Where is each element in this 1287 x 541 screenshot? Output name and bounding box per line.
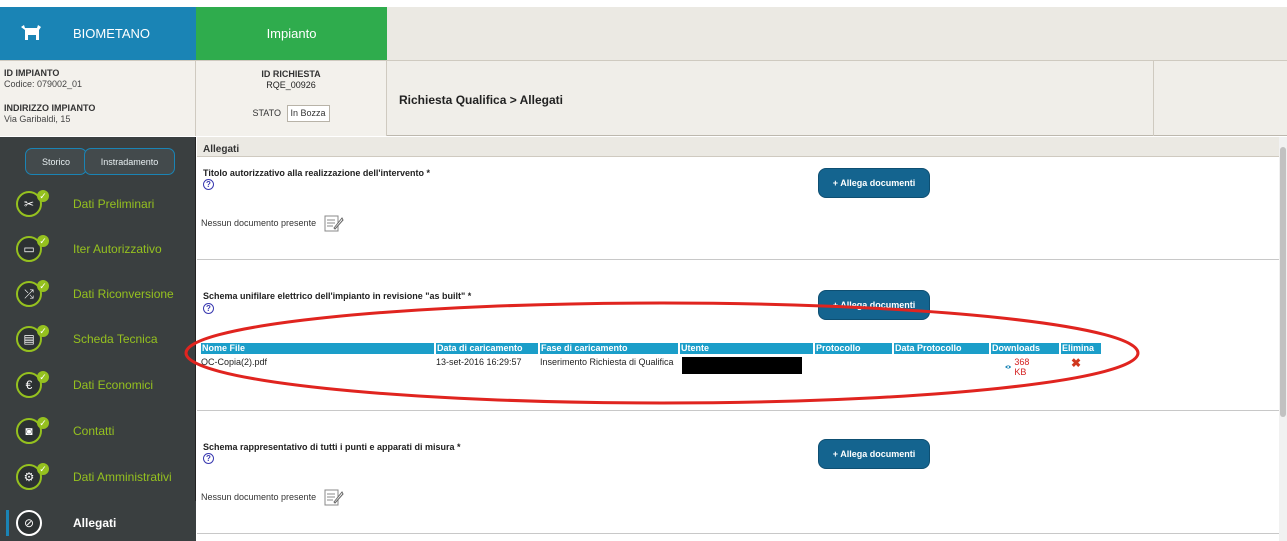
column-header: Utente	[680, 343, 813, 354]
sidebar-item-label: Iter Autorizzativo	[73, 242, 162, 256]
brand-label: BIOMETANO	[73, 26, 151, 41]
delete-icon[interactable]: ✖	[1071, 356, 1081, 370]
impianto-info: ID IMPIANTO Codice: 079002_01 INDIRIZZO …	[0, 61, 196, 136]
edit-note-icon	[324, 489, 344, 506]
section-title: Schema rappresentativo di tutti i punti …	[203, 442, 461, 452]
column-header: Data Protocollo	[894, 343, 989, 354]
check-icon: ✓	[37, 463, 49, 475]
sidebar-item-label: Dati Amministrativi	[73, 470, 172, 484]
indirizzo-label: INDIRIZZO IMPIANTO	[4, 103, 96, 113]
column-header: Downloads	[991, 343, 1059, 354]
empty-documents: Nessun documento presente	[201, 488, 344, 506]
storico-button[interactable]: Storico	[25, 148, 87, 175]
id-impianto-value: Codice: 079002_01	[4, 79, 83, 89]
active-indicator	[6, 510, 9, 536]
empty-documents-text: Nessun documento presente	[201, 218, 317, 228]
app-root: BIOMETANO Impianto ID IMPIANTO Codice: 0…	[0, 0, 1287, 541]
sidebar-item-scheda-tecnica[interactable]: ▤ ✓ Scheda Tecnica	[0, 317, 196, 361]
file-name-cell: OC-Copia(2).pdf	[201, 357, 268, 367]
check-icon: ✓	[37, 417, 49, 429]
check-icon: ✓	[37, 235, 49, 247]
sidebar-item-iter-autorizzativo[interactable]: ▭ ✓ Iter Autorizzativo	[0, 227, 196, 271]
empty-documents: Nessun documento presente	[201, 214, 344, 232]
column-header: Data di caricamento	[436, 343, 538, 354]
paperclip-icon: ⊘	[16, 510, 42, 536]
check-icon: ✓	[37, 280, 49, 292]
attachment-section-titolo: Titolo autorizzativo alla realizzazione …	[197, 158, 1283, 260]
sidebar-item-dati-economici[interactable]: € ✓ Dati Economici	[0, 363, 196, 407]
check-icon: ✓	[37, 371, 49, 383]
brand-tab[interactable]: BIOMETANO	[0, 7, 196, 60]
sidebar-item-dati-preliminari[interactable]: ✂ ✓ Dati Preliminari	[0, 182, 196, 226]
empty-documents-text: Nessun documento presente	[201, 492, 317, 502]
upload-date-cell: 13-set-2016 16:29:57	[436, 357, 522, 367]
download-size: 368 KB	[1014, 357, 1030, 377]
cow-icon	[20, 24, 42, 42]
sidebar-item-label: Scheda Tecnica	[73, 332, 158, 346]
main-content: Allegati Titolo autorizzativo alla reali…	[197, 137, 1287, 541]
section-title: Schema unifilare elettrico dell'impianto…	[203, 291, 472, 301]
header-divider	[1153, 61, 1154, 136]
sidebar: Storico Instradamento ✂ ✓ Dati Prelimina…	[0, 137, 196, 541]
attach-documents-button[interactable]: + Allega documenti	[818, 290, 930, 320]
id-richiesta-value: RQE_00926	[266, 80, 316, 90]
indirizzo-value: Via Garibaldi, 15	[4, 114, 71, 124]
tab-impianto[interactable]: Impianto	[196, 7, 387, 60]
sidebar-item-dati-riconversione[interactable]: ⤮ ✓ Dati Riconversione	[0, 272, 196, 316]
attachment-section-schema-misura: Schema rappresentativo di tutti i punti …	[197, 412, 1283, 534]
sidebar-item-allegati[interactable]: ⊘ Allegati	[0, 501, 196, 541]
sidebar-item-label: Dati Riconversione	[73, 287, 174, 301]
page-title: Richiesta Qualifica > Allegati	[399, 93, 563, 107]
edit-note-icon	[324, 215, 344, 232]
help-icon[interactable]: ?	[203, 303, 214, 314]
sidebar-item-dati-amministrativi[interactable]: ⚙ ✓ Dati Amministrativi	[0, 455, 196, 499]
section-header: Allegati	[197, 137, 1283, 157]
column-header: Nome File	[201, 343, 434, 354]
scrollbar[interactable]	[1279, 137, 1287, 541]
download-link[interactable]: 368 KB	[1005, 357, 1033, 377]
sidebar-item-label: Dati Preliminari	[73, 197, 155, 211]
attach-documents-button[interactable]: + Allega documenti	[818, 439, 930, 469]
info-header: ID IMPIANTO Codice: 079002_01 INDIRIZZO …	[0, 60, 1287, 136]
sidebar-item-contatti[interactable]: ◙ ✓ Contatti	[0, 409, 196, 453]
help-icon[interactable]: ?	[203, 179, 214, 190]
richiesta-info: ID RICHIESTA RQE_00926 STATO In Bozza	[196, 61, 387, 136]
column-header: Fase di caricamento	[540, 343, 678, 354]
top-bar: BIOMETANO Impianto	[0, 7, 1287, 60]
redacted-user-cell	[682, 357, 802, 374]
scrollbar-thumb[interactable]	[1280, 147, 1286, 417]
download-eye-icon	[1005, 365, 1012, 369]
id-impianto-label: ID IMPIANTO	[4, 68, 60, 78]
sidebar-item-label: Contatti	[73, 424, 115, 438]
id-richiesta-label: ID RICHIESTA	[261, 69, 321, 79]
check-icon: ✓	[37, 325, 49, 337]
attachment-section-schema-unifilare: Schema unifilare elettrico dell'impianto…	[197, 261, 1283, 411]
check-icon: ✓	[37, 190, 49, 202]
stato-row: STATO In Bozza	[196, 105, 386, 122]
sidebar-item-label: Allegati	[73, 516, 117, 530]
status-badge: In Bozza	[286, 105, 330, 122]
column-header: Protocollo	[815, 343, 892, 354]
sidebar-item-label: Dati Economici	[73, 378, 154, 392]
column-header: Elimina	[1061, 343, 1101, 354]
upload-phase-cell: Inserimento Richiesta di Qualifica	[540, 357, 674, 367]
help-icon[interactable]: ?	[203, 453, 214, 464]
section-title: Titolo autorizzativo alla realizzazione …	[203, 168, 431, 178]
attach-documents-button[interactable]: + Allega documenti	[818, 168, 930, 198]
instradamento-button[interactable]: Instradamento	[84, 148, 175, 175]
stato-label: STATO	[252, 108, 281, 118]
